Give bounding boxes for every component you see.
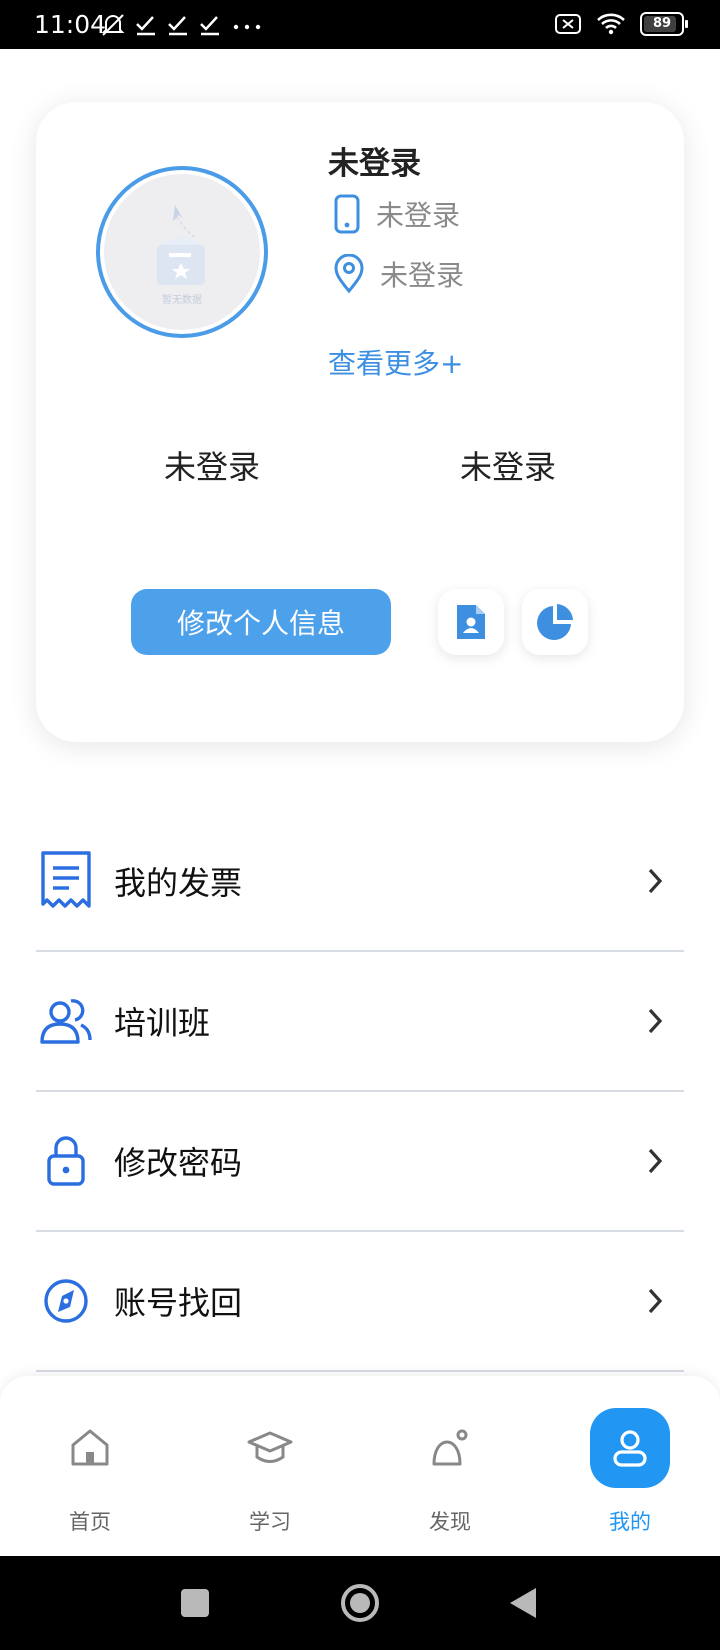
no-sim-icon — [555, 14, 581, 34]
notification-icons — [100, 12, 264, 38]
status-bar: 11:04 89 — [0, 0, 720, 49]
menu-item-label: 修改密码 — [114, 1144, 243, 1182]
tab-discover[interactable]: 发现 — [360, 1376, 540, 1556]
statistics-button[interactable] — [522, 589, 588, 655]
chevron-right-icon — [648, 1288, 663, 1314]
check-icon — [200, 16, 219, 36]
tab-label: 发现 — [429, 1510, 471, 1534]
tab-mine[interactable]: 我的 — [540, 1376, 720, 1556]
tab-home[interactable]: 首页 — [0, 1376, 180, 1556]
menu-item-change-password[interactable]: 修改密码 — [36, 1092, 684, 1232]
tab-label: 我的 — [609, 1510, 651, 1534]
recent-apps-icon[interactable] — [180, 1588, 210, 1618]
mute-bell-icon — [101, 14, 125, 36]
compass-icon — [38, 1270, 94, 1332]
battery-level: 89 — [652, 16, 672, 31]
tab-study[interactable]: 学习 — [180, 1376, 360, 1556]
menu-item-label: 培训班 — [114, 1004, 211, 1042]
menu-item-training-class[interactable]: 培训班 — [36, 952, 684, 1092]
check-icon — [136, 16, 155, 36]
home-button-icon[interactable] — [340, 1583, 380, 1623]
location-pin-icon — [334, 254, 364, 294]
more-dots-icon — [233, 24, 261, 30]
status-time: 11:04 — [34, 10, 107, 39]
discover-icon — [410, 1408, 490, 1488]
tab-label: 首页 — [69, 1510, 111, 1534]
location-row: 未登录 — [332, 254, 464, 294]
chevron-right-icon — [648, 868, 663, 894]
contact-document-icon — [457, 605, 485, 639]
battery-indicator: 89 — [640, 12, 688, 36]
avatar-placeholder: 暂无数据 — [104, 174, 260, 330]
menu-list: 我的发票 培训班 修改密码 账号找回 — [36, 812, 684, 1372]
check-icon — [168, 16, 187, 36]
chevron-right-icon — [648, 1148, 663, 1174]
phone-icon — [334, 194, 360, 234]
profile-card: 暂无数据 未登录 未登录 未登录 查看更多+ 未登录 未登录 修改个人信息 — [36, 102, 684, 742]
id-card-button[interactable] — [438, 589, 504, 655]
empty-box-icon: 暂无数据 — [157, 205, 205, 306]
pie-chart-icon — [537, 604, 573, 640]
lock-icon — [38, 1130, 94, 1192]
phone-value: 未登录 — [376, 199, 461, 232]
bottom-tab-bar: 首页 学习 发现 我的 — [0, 1376, 720, 1556]
wifi-icon — [597, 13, 625, 35]
system-navigation-bar — [0, 1556, 720, 1650]
menu-item-label: 我的发票 — [114, 864, 243, 902]
graduation-cap-icon — [230, 1408, 310, 1488]
avatar[interactable]: 暂无数据 — [96, 166, 268, 338]
view-more-link[interactable]: 查看更多+ — [328, 342, 463, 382]
users-icon — [38, 990, 94, 1052]
chevron-right-icon — [648, 1008, 663, 1034]
home-icon — [50, 1408, 130, 1488]
menu-item-invoice[interactable]: 我的发票 — [36, 812, 684, 952]
tab-label: 学习 — [249, 1510, 291, 1534]
edit-profile-button[interactable]: 修改个人信息 — [131, 589, 391, 655]
invoice-icon — [38, 850, 94, 912]
stat-left: 未登录 — [164, 448, 261, 486]
stat-right: 未登录 — [460, 448, 557, 486]
menu-item-label: 账号找回 — [114, 1284, 243, 1322]
user-icon — [590, 1408, 670, 1488]
menu-item-account-recovery[interactable]: 账号找回 — [36, 1232, 684, 1372]
location-value: 未登录 — [380, 259, 465, 292]
phone-row: 未登录 — [332, 194, 460, 234]
back-icon[interactable] — [508, 1586, 538, 1620]
user-name: 未登录 — [328, 146, 421, 182]
avatar-placeholder-text: 暂无数据 — [162, 293, 202, 306]
system-status-icons: 89 — [554, 12, 688, 36]
